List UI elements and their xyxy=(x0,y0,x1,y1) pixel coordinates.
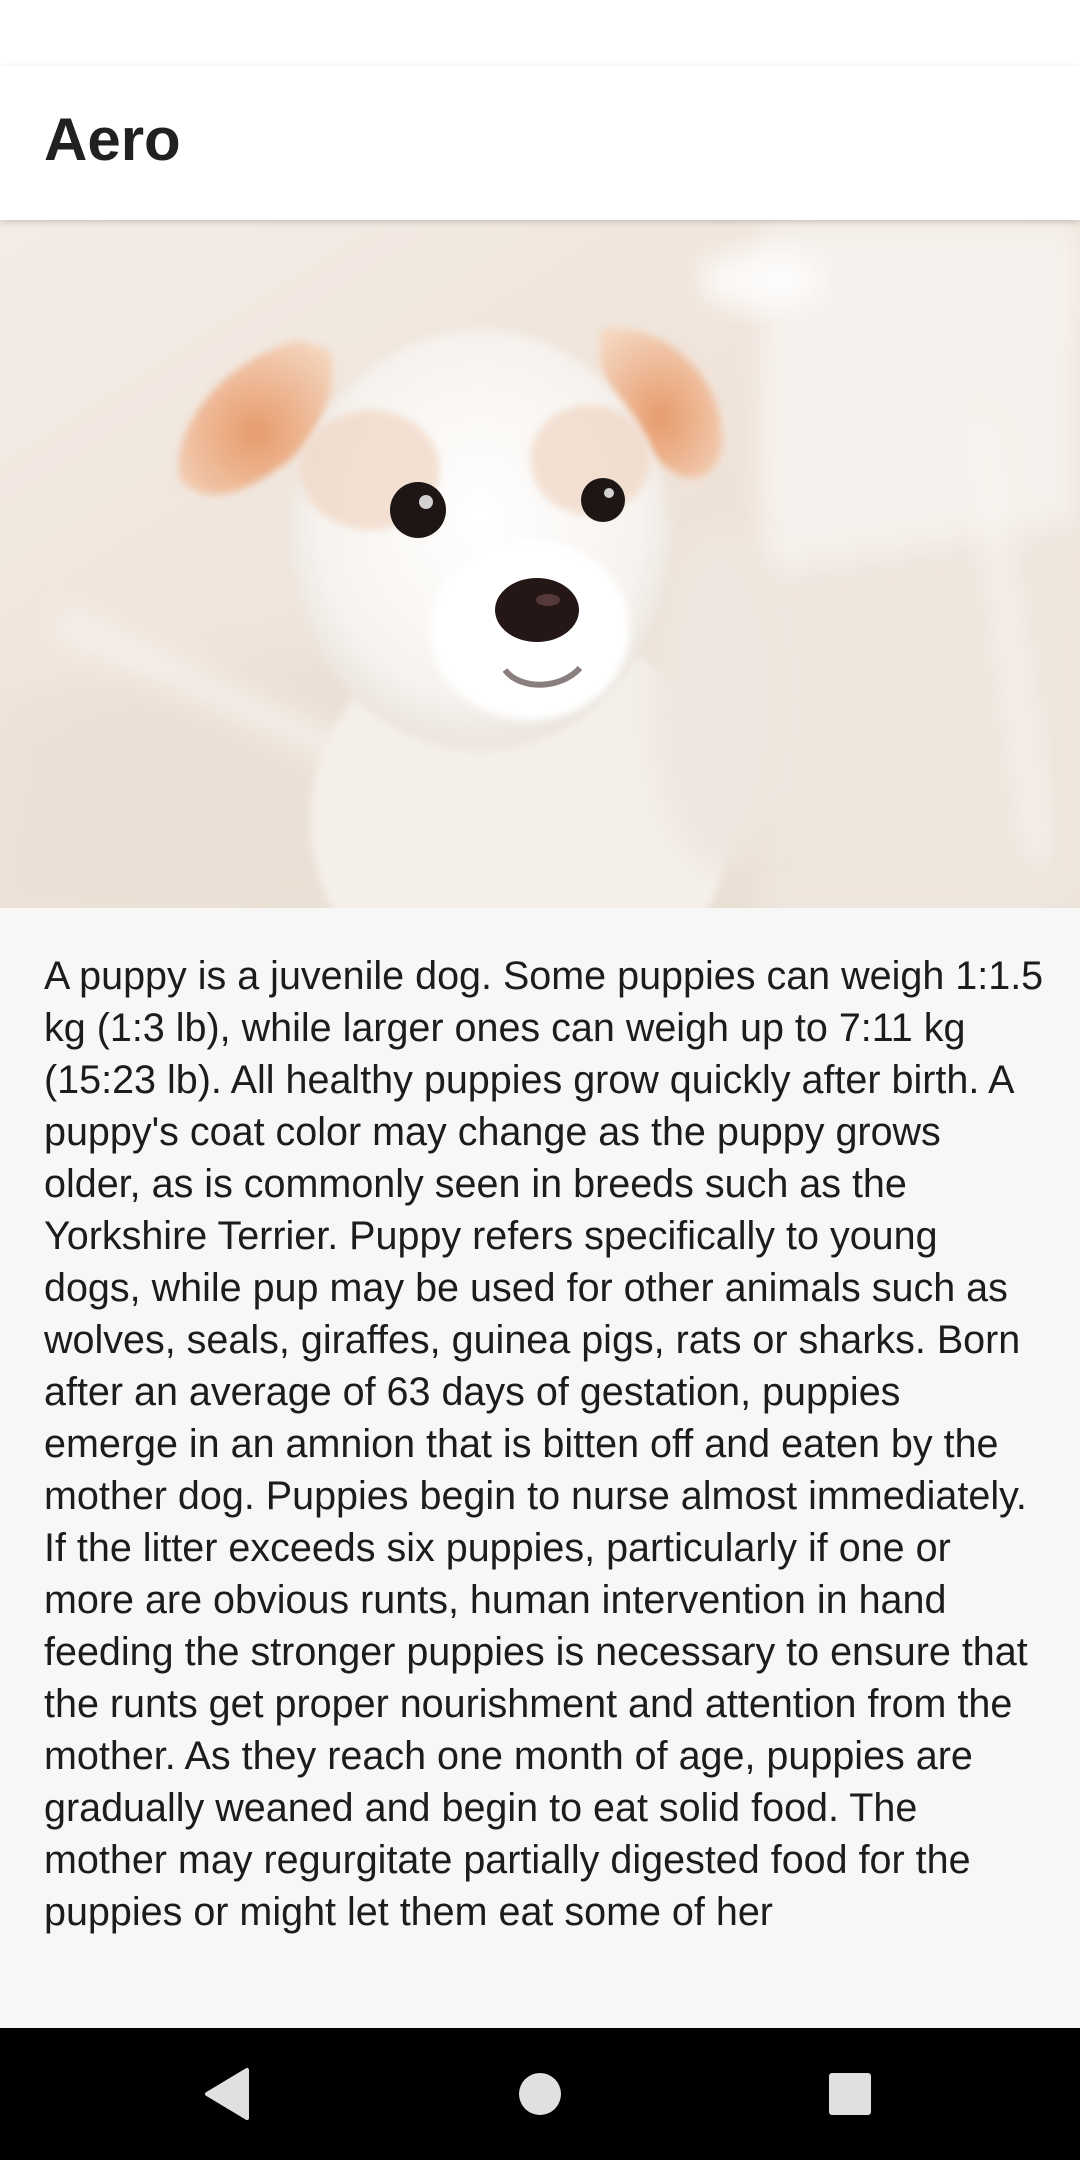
recents-button[interactable] xyxy=(810,2054,890,2134)
home-circle-icon xyxy=(519,2073,561,2115)
page-title: Aero xyxy=(44,106,181,173)
status-bar xyxy=(0,0,1080,66)
recents-square-icon xyxy=(829,2073,871,2115)
system-navigation-bar xyxy=(0,2028,1080,2160)
app-bar: Aero xyxy=(0,66,1080,220)
back-triangle-icon xyxy=(205,2068,249,2120)
article-text: A puppy is a juvenile dog. Some puppies … xyxy=(44,954,1044,1934)
home-button[interactable] xyxy=(500,2054,580,2134)
puppy-photo xyxy=(0,220,1080,908)
back-button[interactable] xyxy=(186,2054,266,2134)
